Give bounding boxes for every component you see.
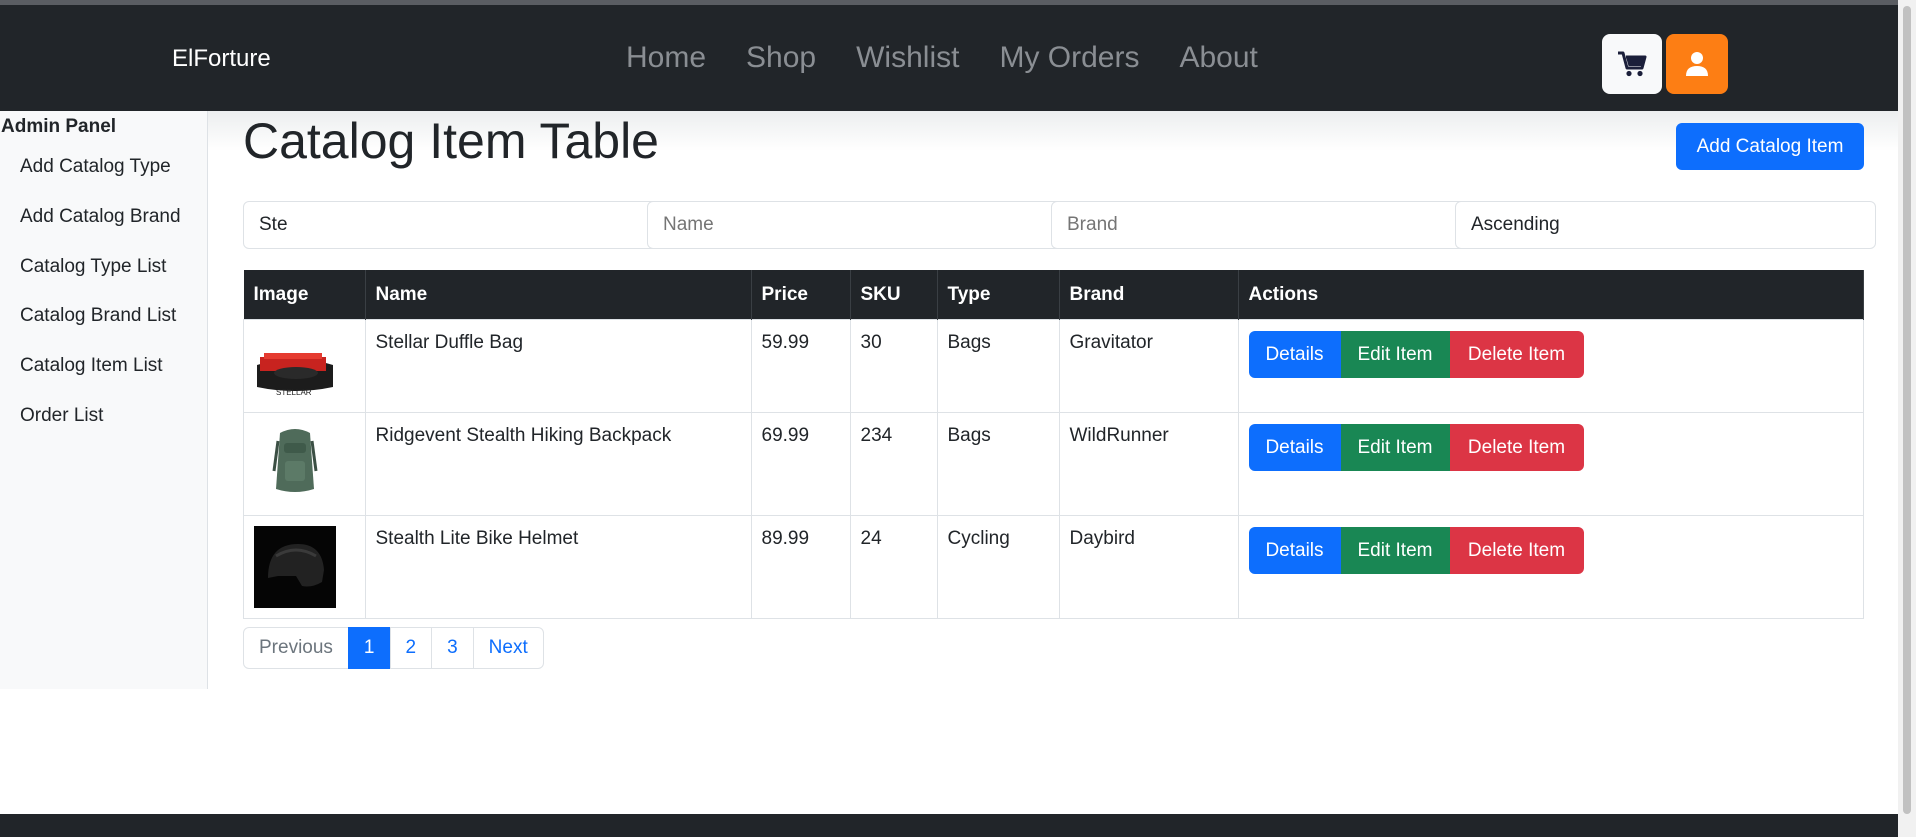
header-brand: Brand [1059, 270, 1239, 320]
sku-cell: 30 [849, 319, 938, 413]
details-button[interactable]: Details [1248, 331, 1341, 378]
name-filter-input[interactable] [647, 201, 1067, 249]
name-cell: Stealth Lite Bike Helmet [364, 515, 752, 619]
sidebar-item-catalog-item-list[interactable]: Catalog Item List [20, 355, 163, 377]
details-button[interactable]: Details [1248, 527, 1341, 574]
catalog-item-table: Image Name Price SKU Type Brand Actions … [243, 270, 1864, 619]
header-price: Price [751, 270, 851, 320]
delete-item-button[interactable]: Delete Item [1449, 331, 1584, 378]
sidebar-title: Admin Panel [1, 116, 117, 137]
nav-wishlist[interactable]: Wishlist [856, 41, 959, 75]
sidebar-item-add-catalog-type[interactable]: Add Catalog Type [20, 156, 171, 178]
actions-cell: Details Edit Item Delete Item [1237, 412, 1864, 516]
details-button[interactable]: Details [1248, 424, 1341, 471]
sidebar-item-catalog-brand-list[interactable]: Catalog Brand List [20, 305, 176, 327]
edit-item-button[interactable]: Edit Item [1340, 527, 1450, 574]
user-button[interactable] [1666, 34, 1728, 94]
search-input[interactable] [243, 201, 663, 249]
page-title: Catalog Item Table [243, 113, 659, 169]
brand-logo[interactable]: ElForture [172, 45, 271, 73]
duffle-bag-brand-text: STELLAR [276, 388, 312, 397]
type-cell: Cycling [936, 515, 1060, 619]
sidebar-item-catalog-type-list[interactable]: Catalog Type List [20, 256, 166, 278]
sku-cell: 24 [849, 515, 938, 619]
image-cell [243, 515, 366, 619]
nav-links: Home Shop Wishlist My Orders About [626, 41, 1258, 75]
header-type: Type [937, 270, 1060, 320]
table-header-row: Image Name Price SKU Type Brand Actions [243, 270, 1864, 320]
actions-cell: Details Edit Item Delete Item [1237, 515, 1864, 619]
helmet-image [254, 526, 336, 608]
cart-icon [1618, 51, 1647, 77]
brand-filter-input[interactable] [1051, 201, 1471, 249]
nav-my-orders[interactable]: My Orders [999, 41, 1139, 75]
cart-button[interactable] [1602, 34, 1662, 94]
brand-cell: Gravitator [1058, 319, 1239, 413]
type-cell: Bags [936, 412, 1060, 516]
table-row: Ridgevent Stealth Hiking Backpack 69.99 … [243, 412, 1864, 516]
duffle-bag-image: STELLAR [254, 343, 336, 399]
backpack-image [254, 423, 336, 505]
price-cell: 69.99 [750, 412, 851, 516]
brand-cell: WildRunner [1058, 412, 1239, 516]
pagination-page-1[interactable]: 1 [347, 627, 391, 669]
sort-order-select[interactable] [1455, 201, 1876, 249]
type-cell: Bags [936, 319, 1060, 413]
page-footer [0, 814, 1898, 837]
edit-item-button[interactable]: Edit Item [1340, 331, 1450, 378]
actions-cell: Details Edit Item Delete Item [1237, 319, 1864, 413]
table-row: STELLAR Stellar Duffle Bag 59.99 30 Bags… [243, 319, 1864, 413]
top-navbar: ElForture Home Shop Wishlist My Orders A… [0, 5, 1898, 111]
image-cell: STELLAR [243, 319, 366, 413]
pagination-next[interactable]: Next [472, 627, 544, 669]
scrollbar-thumb[interactable] [1903, 6, 1911, 814]
sidebar-item-add-catalog-brand[interactable]: Add Catalog Brand [20, 206, 181, 228]
name-cell: Stellar Duffle Bag [364, 319, 752, 413]
header-sku: SKU [850, 270, 938, 320]
user-icon [1686, 52, 1708, 76]
pagination-previous[interactable]: Previous [243, 627, 349, 669]
add-catalog-item-button[interactable]: Add Catalog Item [1676, 123, 1864, 170]
pagination: Previous 1 2 3 Next [243, 627, 544, 669]
header-actions: Actions [1238, 270, 1864, 320]
admin-sidebar: Admin Panel Add Catalog Type Add Catalog… [0, 111, 208, 689]
nav-home[interactable]: Home [626, 41, 706, 75]
brand-cell: Daybird [1058, 515, 1239, 619]
delete-item-button[interactable]: Delete Item [1449, 527, 1584, 574]
price-cell: 59.99 [750, 319, 851, 413]
delete-item-button[interactable]: Delete Item [1449, 424, 1584, 471]
sku-cell: 234 [849, 412, 938, 516]
header-image: Image [243, 270, 366, 320]
header-name: Name [365, 270, 752, 320]
name-cell: Ridgevent Stealth Hiking Backpack [364, 412, 752, 516]
image-cell [243, 412, 366, 516]
table-row: Stealth Lite Bike Helmet 89.99 24 Cyclin… [243, 515, 1864, 619]
filter-bar [243, 201, 1876, 249]
pagination-page-3[interactable]: 3 [431, 627, 474, 669]
nav-shop[interactable]: Shop [746, 41, 816, 75]
sidebar-item-order-list[interactable]: Order List [20, 405, 103, 427]
price-cell: 89.99 [750, 515, 851, 619]
edit-item-button[interactable]: Edit Item [1340, 424, 1450, 471]
pagination-page-2[interactable]: 2 [389, 627, 433, 669]
nav-about[interactable]: About [1179, 41, 1257, 75]
